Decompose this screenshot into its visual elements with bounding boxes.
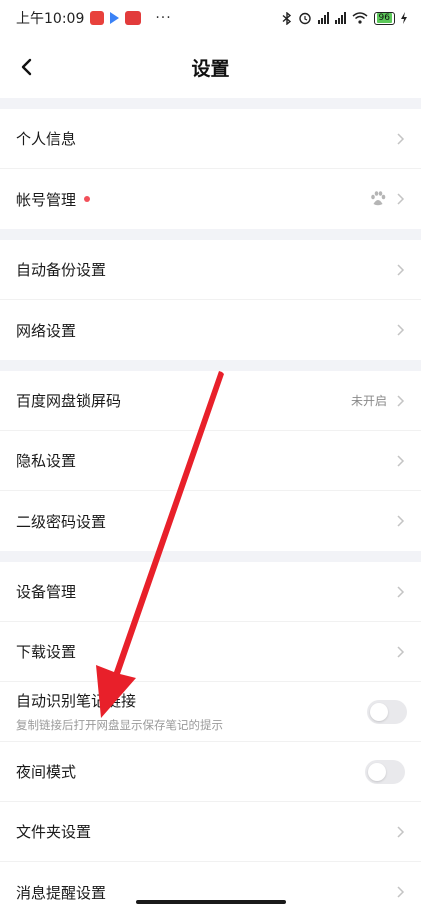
settings-group-account: 个人信息 帐号管理 [0,109,421,229]
status-bar: 上午10:09 ··· 96 [0,0,421,36]
night-mode-toggle[interactable] [365,759,405,784]
setting-secondary-password[interactable]: 二级密码设置 [0,491,421,551]
setting-night-mode: 夜间模式 [0,742,421,802]
signal-2-icon [334,12,346,24]
setting-label: 个人信息 [16,130,77,148]
chevron-right-icon [397,886,405,898]
page-title: 设置 [191,57,230,80]
home-indicator[interactable] [135,900,286,904]
video-app-icon [110,12,120,24]
setting-network[interactable]: 网络设置 [0,300,421,360]
chevron-right-icon [397,394,405,407]
setting-note-link-recognition: 自动识别笔记链接 复制链接后打开网盘显示保存笔记的提示 [0,682,421,742]
setting-label: 自动识别笔记链接 [16,692,137,710]
chevron-right-icon [397,193,405,205]
signal-icon [317,12,329,24]
chevron-right-icon [397,585,405,598]
chevron-right-icon [397,454,405,467]
status-time: 上午10:09 [16,11,85,27]
setting-personal-info[interactable]: 个人信息 [0,109,421,169]
note-link-toggle[interactable] [367,699,407,724]
setting-download[interactable]: 下载设置 [0,622,421,682]
setting-label: 二级密码设置 [16,512,107,531]
section-divider [0,98,421,109]
setting-label: 百度网盘锁屏码 [16,392,122,410]
news-app-icon [125,11,142,25]
setting-label: 夜间模式 [16,763,77,781]
chevron-right-icon [397,515,405,527]
setting-account-management[interactable]: 帐号管理 [0,169,421,229]
setting-label: 隐私设置 [16,452,77,470]
app-notification-icon [90,11,105,25]
setting-description: 复制链接后打开网盘显示保存笔记的提示 [16,718,223,732]
battery-level: 96 [376,13,392,23]
section-divider [0,229,421,240]
chevron-right-icon [397,324,405,336]
chevron-right-icon [397,263,405,276]
chevron-right-icon [397,825,405,838]
setting-auto-backup[interactable]: 自动备份设置 [0,240,421,300]
setting-label: 文件夹设置 [16,823,92,841]
setting-label: 消息提醒设置 [16,883,107,902]
setting-label: 下载设置 [16,643,77,661]
chevron-right-icon [397,645,405,658]
setting-label: 网络设置 [16,321,77,340]
baidu-paw-icon [371,191,386,206]
setting-device-management[interactable]: 设备管理 [0,562,421,622]
charging-icon [401,12,407,24]
setting-label: 设备管理 [16,583,77,601]
section-divider [0,551,421,562]
battery-icon: 96 [373,11,395,25]
setting-privacy[interactable]: 隐私设置 [0,431,421,491]
setting-folder[interactable]: 文件夹设置 [0,802,421,862]
section-divider [0,360,421,371]
wifi-icon [352,12,368,24]
more-notifications-icon: ··· [155,10,172,26]
settings-group-backup: 自动备份设置 网络设置 [0,240,421,360]
setting-label: 自动备份设置 [16,261,107,279]
settings-group-general: 设备管理 下载设置 自动识别笔记链接 复制链接后打开网盘显示保存笔记的提示 夜间… [0,562,421,912]
setting-lock-screen-code[interactable]: 百度网盘锁屏码 未开启 [0,371,421,431]
setting-status-value: 未开启 [350,394,387,408]
settings-group-security: 百度网盘锁屏码 未开启 隐私设置 二级密码设置 [0,371,421,551]
nav-bar: 设置 [0,36,421,98]
setting-label: 帐号管理 [16,190,77,209]
back-arrow-icon [21,58,32,76]
chevron-right-icon [397,132,405,145]
setting-message-reminder[interactable]: 消息提醒设置 [0,862,421,912]
back-button[interactable] [14,55,38,79]
bluetooth-icon [282,11,291,25]
alarm-icon [298,12,311,25]
notice-dot [84,196,91,202]
